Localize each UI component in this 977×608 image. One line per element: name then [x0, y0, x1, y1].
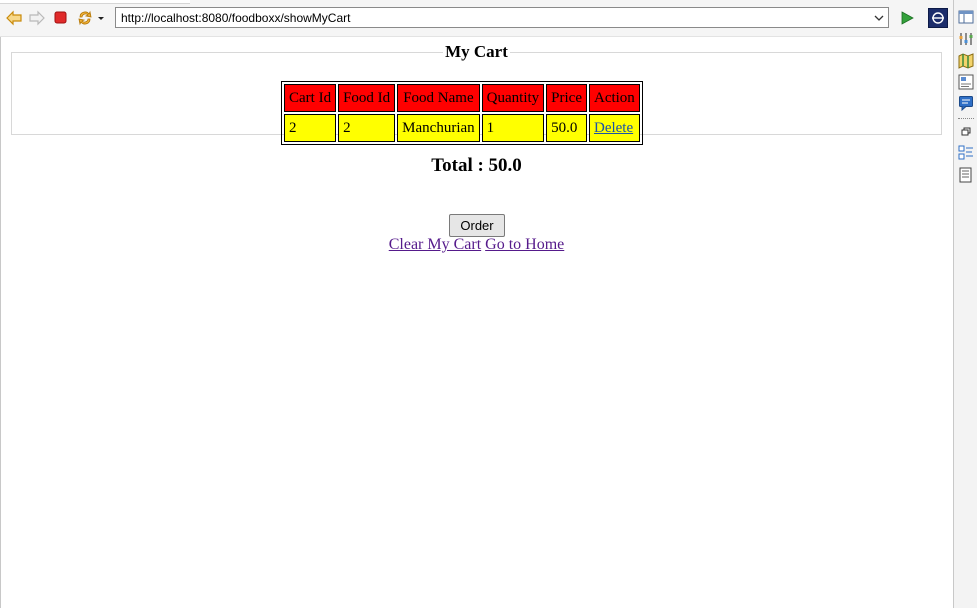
column-header-food-id: Food Id: [338, 84, 396, 112]
cart-legend: My Cart: [445, 42, 508, 61]
refresh-icon[interactable]: [76, 9, 94, 27]
cell-food-name: Manchurian: [397, 114, 480, 142]
cell-quantity: 1: [481, 114, 545, 142]
cell-price: 50.0: [546, 114, 587, 142]
tab-strip: [0, 0, 190, 4]
hierarchy-icon[interactable]: [958, 145, 974, 161]
order-button[interactable]: Order: [449, 214, 505, 237]
cell-action: Delete: [588, 114, 640, 142]
restore-icon[interactable]: [958, 124, 974, 140]
delete-link[interactable]: Delete: [594, 120, 633, 136]
column-header-price: Price: [546, 84, 587, 112]
extension-icon[interactable]: [928, 8, 948, 28]
document-icon[interactable]: [958, 167, 974, 183]
table-row: 2 2 Manchurian 1 50.0 Delete: [284, 114, 640, 142]
cart-table: Cart Id Food Id Food Name Quantity Price…: [281, 81, 643, 145]
column-header-cart-id: Cart Id: [284, 84, 337, 112]
chat-icon[interactable]: [958, 95, 974, 112]
chevron-down-icon[interactable]: [873, 11, 885, 25]
clear-cart-link[interactable]: Clear My Cart: [389, 236, 481, 253]
cell-food-id: 2: [338, 114, 396, 142]
map-icon[interactable]: [958, 53, 974, 69]
address-bar-text[interactable]: http://localhost:8080/foodboxx/showMyCar…: [121, 11, 350, 25]
browser-toolbar: http://localhost:8080/foodboxx/showMyCar…: [0, 0, 953, 37]
tools-icon[interactable]: [958, 31, 974, 47]
cell-cart-id: 2: [284, 114, 337, 142]
window-edge: [0, 37, 1, 608]
history-dropdown-icon[interactable]: [95, 9, 107, 27]
cart-fieldset: My Cart Cart Id Food Id Food Name Quanti…: [11, 42, 942, 145]
forward-arrow-icon[interactable]: [28, 9, 46, 27]
back-arrow-icon[interactable]: [5, 9, 23, 27]
side-panel: [953, 0, 977, 608]
column-header-quantity: Quantity: [481, 84, 545, 112]
go-home-link[interactable]: Go to Home: [485, 236, 564, 253]
outline-view-icon[interactable]: [958, 9, 974, 25]
stop-icon[interactable]: [52, 9, 70, 27]
column-header-food-name: Food Name: [397, 84, 480, 112]
go-play-icon[interactable]: [898, 9, 916, 27]
cart-links: Clear My Cart Go to Home: [0, 236, 953, 254]
cart-total: Total : 50.0: [431, 155, 522, 176]
image-gallery-icon[interactable]: [958, 74, 974, 90]
table-header-row: Cart Id Food Id Food Name Quantity Price…: [284, 84, 640, 112]
panel-separator: [958, 118, 974, 120]
address-bar[interactable]: http://localhost:8080/foodboxx/showMyCar…: [115, 7, 889, 28]
column-header-action: Action: [588, 84, 640, 112]
